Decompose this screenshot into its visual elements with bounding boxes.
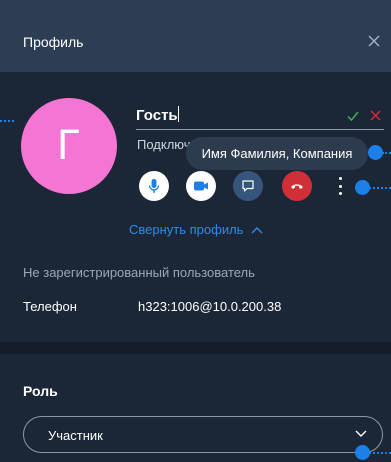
hint-connector-line	[0, 120, 14, 122]
registration-status: Не зарегистрированный пользователь	[23, 265, 255, 280]
phone-value: h323:1006@10.0.200.38	[138, 299, 282, 314]
microphone-icon	[148, 179, 160, 193]
name-tooltip: Имя Фамилия, Компания	[186, 137, 368, 170]
more-dot	[338, 177, 342, 180]
checkmark-icon[interactable]	[347, 110, 359, 122]
hint-connector-line	[369, 187, 391, 189]
more-dot	[338, 184, 342, 188]
panel-header: Профиль	[0, 0, 391, 72]
avatar: Г	[21, 98, 117, 194]
chat-icon	[242, 180, 254, 192]
chevron-up-icon	[251, 226, 263, 233]
more-dot	[338, 192, 342, 195]
close-icon[interactable]	[367, 34, 381, 48]
chat-button[interactable]	[233, 171, 263, 201]
page-title: Профиль	[23, 34, 84, 50]
hangup-button[interactable]	[282, 171, 312, 201]
collapse-profile-link[interactable]: Свернуть профиль	[129, 222, 263, 237]
role-label: Роль	[23, 383, 58, 399]
more-vertical-icon[interactable]	[336, 175, 344, 197]
video-camera-icon	[194, 181, 208, 191]
hint-marker	[368, 145, 383, 160]
collapse-profile-label: Свернуть профиль	[129, 222, 244, 237]
role-select[interactable]: Участник	[23, 416, 383, 453]
phone-hangup-icon	[291, 184, 303, 189]
name-input[interactable]: Гость	[136, 106, 326, 126]
role-select-value: Участник	[48, 428, 103, 443]
hint-marker	[355, 445, 370, 460]
chevron-down-icon	[355, 430, 367, 437]
hint-connector-line	[369, 452, 391, 454]
section-divider	[0, 342, 391, 354]
avatar-letter: Г	[56, 123, 82, 169]
name-input-value: Гость	[136, 107, 178, 124]
video-button[interactable]	[186, 171, 216, 201]
text-caret	[177, 106, 179, 122]
hint-connector-line	[382, 152, 391, 154]
hint-marker	[355, 180, 370, 195]
name-input-underline	[136, 129, 384, 130]
microphone-button[interactable]	[139, 171, 169, 201]
cancel-icon[interactable]	[370, 110, 381, 121]
phone-label: Телефон	[23, 299, 77, 314]
